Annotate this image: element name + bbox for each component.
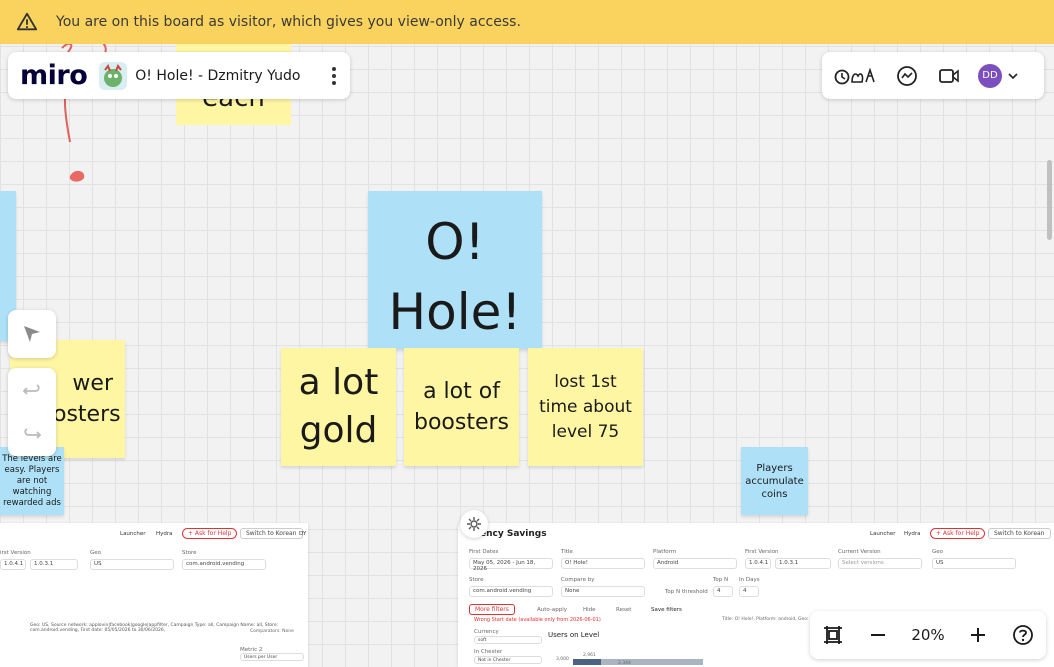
version-from-field[interactable]: 1.0.4.1 (0, 559, 26, 570)
save-filters-button[interactable]: Save filters (651, 607, 682, 613)
board-menu-button[interactable] (332, 66, 336, 85)
vertical-scrollbar[interactable] (1047, 160, 1052, 240)
version-to-field[interactable]: 1.0.3.1 (775, 558, 831, 569)
bar-label: 2,961 (583, 653, 596, 658)
sticky-note-levels[interactable]: The levels are easy. Players are not wat… (0, 447, 64, 515)
video-call-icon[interactable] (936, 63, 962, 89)
indays-label: In Days (739, 577, 760, 583)
comparators-text: Comparators: None (250, 629, 294, 634)
ask-help-button[interactable]: + Ask for Help (182, 528, 238, 539)
collaboration-toolbar: DD (822, 52, 1044, 99)
user-menu[interactable]: DD (978, 63, 1018, 88)
launcher-link[interactable]: Launcher (120, 531, 146, 537)
zoom-in-icon[interactable] (967, 624, 989, 646)
hydra-link[interactable]: Hydra (904, 531, 921, 537)
zoom-controls: 20% (810, 611, 1046, 659)
date-warning: Wrong Start date (available only from 20… (474, 617, 601, 623)
warning-icon (16, 12, 38, 31)
platform-field[interactable]: Android (653, 558, 737, 569)
board-icon[interactable] (99, 61, 128, 90)
chat-icon[interactable] (894, 63, 920, 89)
store-field[interactable]: com.android.vending (469, 586, 553, 597)
topn-toggle[interactable]: Top N threshold (665, 589, 708, 595)
banner-text: You are on this board as visitor, which … (56, 14, 521, 30)
axis-tick: 3,000 (556, 657, 569, 662)
launcher-link[interactable]: Launcher (870, 531, 896, 537)
switch-language-button[interactable]: Switch to Korean (240, 528, 303, 539)
embed-settings-button[interactable] (460, 510, 488, 538)
topn-label: Top N (713, 577, 729, 583)
gear-icon (467, 517, 481, 531)
filters-context: Title: O! Hole!, Platform: android, Geo:… (722, 617, 817, 622)
dashboard-title: ency Savings (480, 529, 547, 539)
undo-redo-panel (8, 368, 56, 456)
zoom-out-icon[interactable] (867, 624, 889, 646)
geo-field[interactable]: US (90, 559, 174, 570)
first-version-label: First Version (745, 549, 779, 555)
sticky-note-lost[interactable]: lost 1st time about level 75 (528, 348, 643, 466)
sticky-note-boosters[interactable]: a lot of boosters (404, 348, 519, 466)
visitor-banner: You are on this board as visitor, which … (0, 0, 1054, 44)
first-dates-field[interactable]: May 05, 2026 - Jun 18, 2026 (469, 558, 553, 572)
store-label: Store (182, 550, 197, 556)
fit-to-screen-icon[interactable] (821, 623, 845, 647)
hide-button[interactable]: Hide (583, 607, 596, 613)
version-to-field[interactable]: 1.0.3.1 (30, 559, 78, 570)
auto-apply-toggle[interactable]: Auto-apply (537, 607, 567, 613)
in-chester-select[interactable]: Not in Chester (474, 656, 542, 664)
sticky-note-gold[interactable]: a lot gold (281, 348, 396, 466)
chart-bar (573, 659, 601, 665)
user-avatar[interactable]: DD (978, 63, 1002, 88)
compare-field[interactable]: None (561, 586, 645, 597)
version-from-field[interactable]: 1.0.4.1 (745, 558, 771, 569)
sticky-note-title[interactable]: O! Hole! (368, 191, 542, 349)
user-initials: DY (299, 531, 307, 537)
store-field[interactable]: com.android.vending (182, 559, 266, 570)
chart-title: Users on Level (548, 631, 600, 639)
help-icon[interactable] (1011, 623, 1035, 647)
undo-icon[interactable] (21, 379, 43, 401)
more-filters-button[interactable]: More filters (469, 604, 515, 615)
metric-select[interactable]: Users per User (240, 653, 304, 661)
board-header: miro O! Hole! - Dzmitry Yudo (8, 52, 350, 99)
ask-help-button[interactable]: + Ask for Help (930, 528, 986, 539)
zoom-level[interactable]: 20% (911, 626, 944, 644)
compare-label: Compare by (561, 577, 595, 583)
chevron-down-icon (1008, 72, 1018, 79)
reset-button[interactable]: Reset (616, 607, 631, 613)
miro-logo[interactable]: miro (20, 60, 88, 91)
current-version-label: Current Version (838, 549, 881, 555)
geo-label: Geo (932, 549, 944, 555)
in-chester-label: In Chester (474, 649, 503, 655)
board-title[interactable]: O! Hole! - Dzmitry Yudo (135, 68, 300, 84)
first-version-label: irst Version (0, 550, 31, 556)
sticky-note-coins[interactable]: Players accumulate coins (741, 447, 808, 515)
geo-label: Geo (90, 550, 102, 556)
select-tool-panel (8, 310, 56, 358)
currency-select[interactable]: soft (474, 636, 542, 644)
hydra-link[interactable]: Hydra (156, 531, 173, 537)
platform-label: Platform (653, 549, 677, 555)
reactions-icon[interactable] (834, 63, 878, 89)
title-label: Title (561, 549, 573, 555)
embedded-dashboard-left[interactable]: Launcher Hydra + Ask for Help Switch to … (0, 523, 308, 667)
first-dates-label: First Dates (469, 549, 499, 555)
indays-field[interactable]: 4 (739, 586, 759, 597)
geo-field[interactable]: US (932, 558, 1016, 569)
cursor-select-icon[interactable] (21, 323, 43, 345)
title-field[interactable]: O! Hole! (561, 558, 645, 569)
switch-language-button[interactable]: Switch to Korean (988, 528, 1051, 539)
bar-label: 2,344 (618, 661, 631, 666)
current-version-field[interactable]: Select versions (838, 558, 922, 569)
topn-field[interactable]: 4 (713, 586, 733, 597)
currency-label: Currency (474, 629, 499, 635)
redo-icon[interactable] (21, 423, 43, 445)
store-label: Store (469, 577, 484, 583)
